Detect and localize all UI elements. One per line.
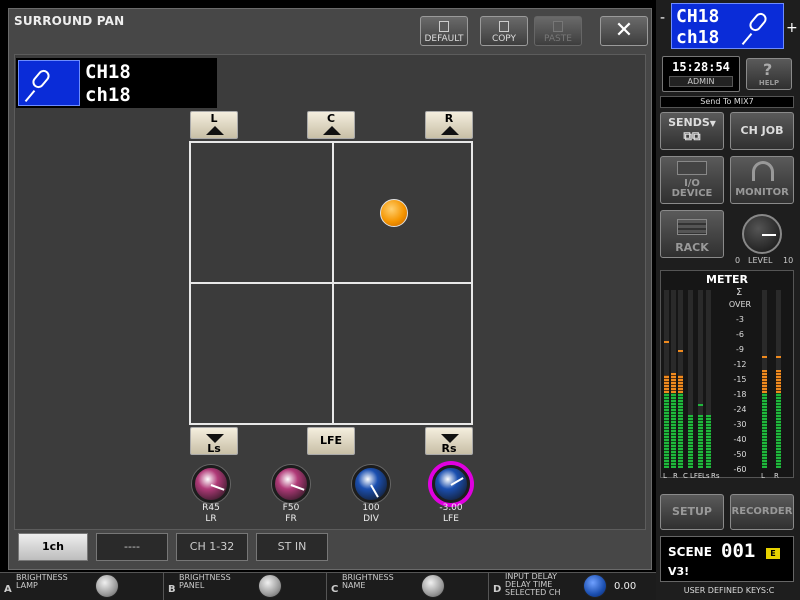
footer-section-c: C BRIGHTNESS NAME bbox=[327, 572, 489, 600]
device-icon bbox=[677, 161, 707, 175]
faders-icon: ⧉⧉ bbox=[683, 129, 701, 143]
fr-pan-value: F50 bbox=[282, 503, 300, 513]
meter-bar bbox=[678, 290, 683, 468]
speaker-icon bbox=[323, 126, 341, 135]
close-button[interactable]: ✕ bbox=[600, 16, 648, 46]
channel-icon-tile bbox=[18, 60, 80, 106]
speaker-l-button[interactable]: L bbox=[190, 111, 238, 139]
level-min: 0 bbox=[735, 256, 741, 265]
level-label: LEVEL bbox=[748, 256, 773, 265]
meter-bar bbox=[688, 290, 693, 468]
scene-edit-badge: E bbox=[766, 548, 780, 559]
div-label: DIV bbox=[363, 514, 379, 524]
meter-title: METER bbox=[706, 273, 748, 286]
selected-channel-name: ch18 bbox=[676, 27, 720, 48]
close-icon: ✕ bbox=[614, 18, 634, 43]
copy-button[interactable]: COPY bbox=[480, 16, 528, 46]
paste-button[interactable]: PASTE bbox=[534, 16, 582, 46]
document-icon bbox=[439, 21, 449, 32]
scene-number: 001 bbox=[721, 540, 756, 562]
speaker-r-button[interactable]: R bbox=[425, 111, 473, 139]
meter-bar bbox=[762, 290, 767, 468]
channel-number: CH18 bbox=[85, 61, 131, 83]
surround-pan-field[interactable] bbox=[189, 141, 473, 425]
meter-bar bbox=[664, 290, 669, 468]
monitor-level-knob[interactable] bbox=[742, 214, 782, 254]
question-icon: ? bbox=[763, 60, 773, 79]
tab-1ch[interactable]: 1ch bbox=[18, 533, 88, 561]
meter-bar bbox=[706, 290, 711, 468]
meter-bar bbox=[671, 290, 676, 468]
meter-bar bbox=[776, 290, 781, 468]
grid-line-horizontal bbox=[191, 282, 471, 284]
sends-button[interactable]: SENDS▼ ⧉⧉ bbox=[660, 112, 724, 150]
channel-plus-button[interactable]: + bbox=[786, 20, 798, 36]
pan-position-handle[interactable] bbox=[380, 199, 408, 227]
paste-icon bbox=[553, 21, 563, 32]
rack-icon bbox=[677, 219, 707, 235]
copy-icon bbox=[499, 21, 509, 32]
brightness-lamp-knob[interactable] bbox=[95, 574, 119, 598]
lfe-level-value: -3.00 bbox=[439, 503, 463, 513]
setup-button[interactable]: SETUP bbox=[660, 494, 724, 530]
speaker-icon bbox=[441, 434, 459, 443]
send-to-display: Send To MIX7 bbox=[660, 96, 794, 108]
lr-pan-label: LR bbox=[205, 514, 217, 524]
speaker-lfe-button[interactable]: LFE bbox=[307, 427, 355, 455]
io-device-button[interactable]: I/O DEVICE bbox=[660, 156, 724, 204]
meter-bar bbox=[698, 290, 703, 468]
lr-pan-knob[interactable] bbox=[192, 465, 230, 503]
default-button[interactable]: DEFAULT bbox=[420, 16, 468, 46]
meter-channel-labels-right: L R bbox=[761, 472, 779, 480]
level-max: 10 bbox=[783, 256, 794, 265]
tab-blank[interactable]: ---- bbox=[96, 533, 168, 561]
fr-pan-label: FR bbox=[285, 514, 297, 524]
brightness-name-knob[interactable] bbox=[421, 574, 445, 598]
ch-job-button[interactable]: CH JOB bbox=[730, 112, 794, 150]
headphones-icon bbox=[752, 161, 774, 181]
lr-pan-value: R45 bbox=[202, 503, 220, 513]
div-value: 100 bbox=[362, 503, 380, 513]
speaker-icon bbox=[206, 434, 224, 443]
speaker-icon bbox=[206, 126, 224, 135]
tab-st-in[interactable]: ST IN bbox=[256, 533, 328, 561]
monitor-button[interactable]: MONITOR bbox=[730, 156, 794, 204]
microphone-icon bbox=[29, 67, 53, 91]
footer-section-a: A BRIGHTNESS LAMP bbox=[0, 572, 164, 600]
clock-box: 15:28:54 ADMIN bbox=[662, 56, 740, 92]
user-defined-keys: USER DEFINED KEYS:C bbox=[683, 586, 775, 595]
selected-channel-tile[interactable]: CH18 ch18 bbox=[671, 3, 784, 49]
fr-pan-knob[interactable] bbox=[272, 465, 310, 503]
footer-section-b: B BRIGHTNESS PANEL bbox=[164, 572, 327, 600]
speaker-rs-button[interactable]: Rs bbox=[425, 427, 473, 455]
input-delay-knob[interactable] bbox=[583, 574, 607, 598]
div-knob[interactable] bbox=[352, 465, 390, 503]
clock: 15:28:54 bbox=[672, 60, 730, 74]
window-title: SURROUND PAN bbox=[14, 14, 125, 28]
speaker-ls-button[interactable]: Ls bbox=[190, 427, 238, 455]
input-delay-value: 0.00 bbox=[614, 581, 637, 592]
lfe-level-label: LFE bbox=[443, 514, 459, 524]
speaker-icon bbox=[441, 126, 459, 135]
meter-channel-labels-left: L R C LFE Ls Rs bbox=[663, 472, 720, 480]
scene-display[interactable]: SCENE 001 E V3! bbox=[660, 536, 794, 582]
scene-name: V3! bbox=[668, 565, 690, 578]
help-button[interactable]: ? HELP bbox=[746, 58, 792, 90]
lfe-level-knob[interactable] bbox=[432, 465, 470, 503]
meter-bars bbox=[660, 290, 794, 470]
speaker-c-button[interactable]: C bbox=[307, 111, 355, 139]
recorder-button[interactable]: RECORDER bbox=[730, 494, 794, 530]
selected-channel-number: CH18 bbox=[676, 6, 720, 27]
tab-ch-1-32[interactable]: CH 1-32 bbox=[176, 533, 248, 561]
channel-minus-button[interactable]: - bbox=[660, 10, 665, 26]
dropdown-icon: ▼ bbox=[709, 119, 716, 128]
channel-name: ch18 bbox=[85, 84, 131, 106]
rack-button[interactable]: RACK bbox=[660, 210, 724, 258]
footer-section-d: D INPUT DELAY DELAY TIME SELECTED CH 0.0… bbox=[493, 572, 637, 598]
microphone-icon bbox=[746, 10, 770, 34]
user-name: ADMIN bbox=[669, 76, 733, 87]
scene-label: SCENE bbox=[668, 545, 712, 559]
brightness-panel-knob[interactable] bbox=[258, 574, 282, 598]
